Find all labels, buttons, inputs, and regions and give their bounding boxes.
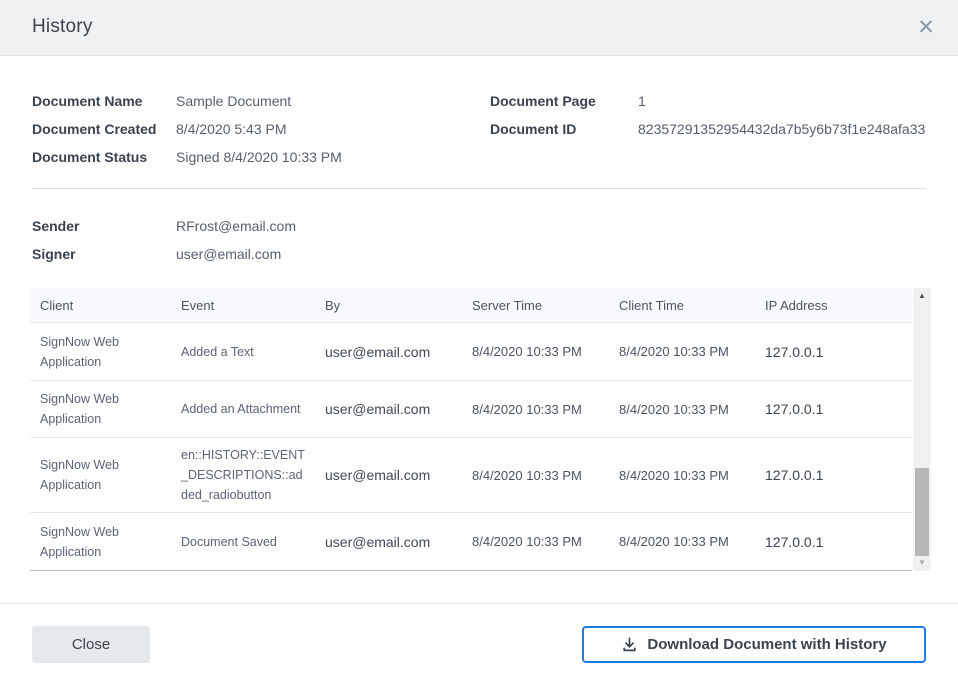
modal-header: History ✕ xyxy=(0,0,958,56)
document-status-value: Signed 8/4/2020 10:33 PM xyxy=(176,149,342,165)
cell-client-time: 8/4/2020 10:33 PM xyxy=(609,534,755,549)
cell-client-time: 8/4/2020 10:33 PM xyxy=(609,402,755,417)
cell-by: user@email.com xyxy=(315,401,462,417)
document-name-label: Document Name xyxy=(32,93,142,109)
cell-server-time: 8/4/2020 10:33 PM xyxy=(462,402,609,417)
signer-value: user@email.com xyxy=(176,246,281,262)
column-header-client: Client xyxy=(30,298,171,313)
close-button[interactable]: ✕ xyxy=(912,14,940,42)
cell-client: SignNow Web Application xyxy=(30,389,150,429)
cell-by: user@email.com xyxy=(315,467,462,483)
section-divider xyxy=(32,188,926,189)
download-button-label: Download Document with History xyxy=(647,636,886,653)
scrollbar-up-icon[interactable]: ▲ xyxy=(913,288,931,304)
cell-ip-address: 127.0.0.1 xyxy=(755,401,912,417)
cell-ip-address: 127.0.0.1 xyxy=(755,344,912,360)
document-status-label: Document Status xyxy=(32,149,147,165)
history-modal: History ✕ Document Name Sample Document … xyxy=(0,0,958,684)
cell-event: Added an Attachment xyxy=(171,399,315,419)
history-table: Client Event By Server Time Client Time … xyxy=(30,288,912,571)
scrollbar-thumb[interactable] xyxy=(915,468,929,556)
cell-server-time: 8/4/2020 10:33 PM xyxy=(462,534,609,549)
column-header-ip-address: IP Address xyxy=(755,298,912,313)
document-page-value: 1 xyxy=(638,93,646,109)
cell-client: SignNow Web Application xyxy=(30,455,150,495)
cell-by: user@email.com xyxy=(315,344,462,360)
table-row: SignNow Web Application en::HISTORY::EVE… xyxy=(30,437,912,512)
table-row: SignNow Web Application Document Saved u… xyxy=(30,512,912,570)
document-id-value: 82357291352954432da7b5y6b73f1e248afa33 xyxy=(638,121,925,137)
cell-ip-address: 127.0.0.1 xyxy=(755,467,912,483)
page-title: History xyxy=(32,16,93,38)
sender-label: Sender xyxy=(32,218,79,234)
document-created-value: 8/4/2020 5:43 PM xyxy=(176,121,287,137)
cell-client-time: 8/4/2020 10:33 PM xyxy=(609,468,755,483)
column-header-event: Event xyxy=(171,298,315,313)
table-row: SignNow Web Application Added an Attachm… xyxy=(30,380,912,437)
document-name-value: Sample Document xyxy=(176,93,291,109)
table-header-row: Client Event By Server Time Client Time … xyxy=(30,288,912,322)
document-page-label: Document Page xyxy=(490,93,596,109)
cell-by: user@email.com xyxy=(315,534,462,550)
cell-ip-address: 127.0.0.1 xyxy=(755,534,912,550)
cell-client-time: 8/4/2020 10:33 PM xyxy=(609,344,755,359)
column-header-client-time: Client Time xyxy=(609,298,755,313)
cell-server-time: 8/4/2020 10:33 PM xyxy=(462,344,609,359)
table-scrollbar[interactable]: ▲ ▼ xyxy=(913,288,931,571)
signer-label: Signer xyxy=(32,246,76,262)
close-modal-button[interactable]: Close xyxy=(32,626,150,663)
cell-event: Document Saved xyxy=(171,532,315,552)
sender-value: RFrost@email.com xyxy=(176,218,296,234)
cell-server-time: 8/4/2020 10:33 PM xyxy=(462,468,609,483)
scrollbar-down-icon[interactable]: ▼ xyxy=(913,555,931,571)
cell-client: SignNow Web Application xyxy=(30,332,150,372)
cell-event: en::HISTORY::EVENT_DESCRIPTIONS::added_r… xyxy=(171,445,315,505)
footer-divider xyxy=(0,603,958,604)
download-icon xyxy=(621,636,638,653)
download-document-with-history-button[interactable]: Download Document with History xyxy=(582,626,926,663)
document-id-label: Document ID xyxy=(490,121,576,137)
document-created-label: Document Created xyxy=(32,121,156,137)
cell-client: SignNow Web Application xyxy=(30,522,150,562)
table-row: SignNow Web Application Added a Text use… xyxy=(30,322,912,380)
column-header-server-time: Server Time xyxy=(462,298,609,313)
cell-event: Added a Text xyxy=(171,342,315,362)
column-header-by: By xyxy=(315,298,462,313)
close-icon: ✕ xyxy=(917,16,935,39)
